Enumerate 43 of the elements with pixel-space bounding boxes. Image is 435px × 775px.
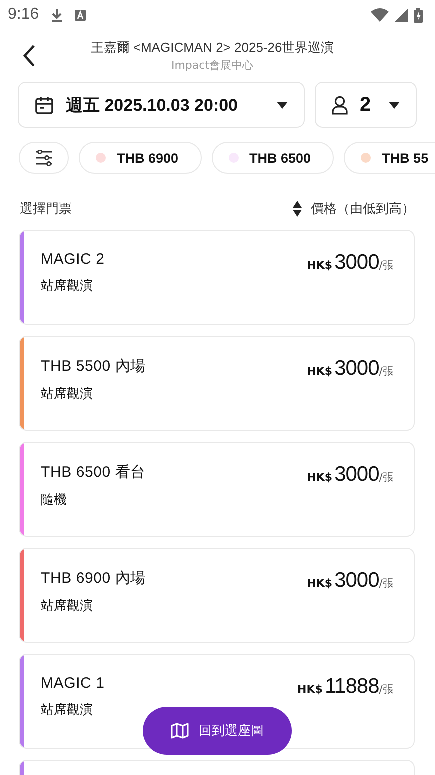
ticket-name: THB 5500 內場 bbox=[41, 357, 146, 376]
person-icon bbox=[332, 96, 348, 114]
section-label: 選擇門票 bbox=[20, 201, 72, 218]
ticket-name: MAGIC 1 bbox=[41, 675, 105, 692]
ticket-type: 站席觀演 bbox=[41, 386, 94, 403]
caret-icon bbox=[389, 102, 400, 108]
seat-map-button[interactable]: 回到選座圖 bbox=[143, 707, 292, 755]
map-icon bbox=[171, 723, 189, 739]
venue-name: Impact會展中心 bbox=[170, 58, 255, 73]
ticket-price: HK$3000/張 bbox=[307, 357, 394, 382]
price-filter-chip[interactable]: THB 55 bbox=[344, 142, 435, 174]
ticket-price: HK$11888/張 bbox=[298, 675, 394, 700]
ticket-price: HK$3000/張 bbox=[307, 251, 394, 276]
ticket-card[interactable]: THB 6500 看台 隨機 HK$3000/張 bbox=[19, 442, 415, 537]
ticket-card[interactable]: MAGIC 2 站席觀演 HK$3000/張 bbox=[19, 230, 415, 325]
ticket-card[interactable]: THB 5500 內場 站席觀演 HK$3000/張 bbox=[19, 336, 415, 431]
ticket-price: HK$3000/張 bbox=[307, 463, 394, 488]
ticket-type: 隨機 bbox=[41, 492, 68, 509]
price-filter-chip[interactable]: THB 6500 bbox=[212, 142, 334, 174]
filter-button[interactable] bbox=[19, 142, 69, 174]
date-dropdown[interactable]: 週五 2025.10.03 20:00 bbox=[18, 82, 305, 128]
ticket-name: MAGIC 2 bbox=[41, 251, 105, 268]
sort-icon bbox=[293, 201, 302, 217]
ticket-type: 站席觀演 bbox=[41, 278, 94, 295]
price-filter-chip[interactable]: THB 6900 bbox=[79, 142, 202, 174]
ticket-type: 站席觀演 bbox=[41, 702, 94, 719]
event-title: 王嘉爾 <MAGICMAN 2> 2025-26世界巡演 bbox=[90, 39, 336, 57]
sort-button[interactable]: 價格（由低到高） bbox=[293, 200, 415, 218]
ticket-card[interactable]: THB 6900 內場 站席觀演 HK$3000/張 bbox=[19, 548, 415, 643]
ticket-name: THB 6500 看台 bbox=[41, 463, 146, 482]
battery-icon bbox=[414, 8, 423, 22]
app-notification-icon bbox=[75, 10, 86, 20]
ticket-name: THB 6900 內場 bbox=[41, 569, 146, 588]
wifi-icon bbox=[371, 8, 389, 22]
caret-icon bbox=[277, 102, 288, 108]
quantity-dropdown[interactable]: 2 bbox=[315, 82, 417, 128]
calendar-icon bbox=[35, 96, 54, 114]
ticket-price: HK$3000/張 bbox=[307, 569, 394, 594]
status-time: 9:16 bbox=[8, 6, 40, 24]
download-icon bbox=[51, 8, 64, 22]
signal-icon bbox=[395, 8, 408, 22]
ticket-type: 站席觀演 bbox=[41, 598, 94, 615]
filter-icon bbox=[35, 150, 53, 166]
